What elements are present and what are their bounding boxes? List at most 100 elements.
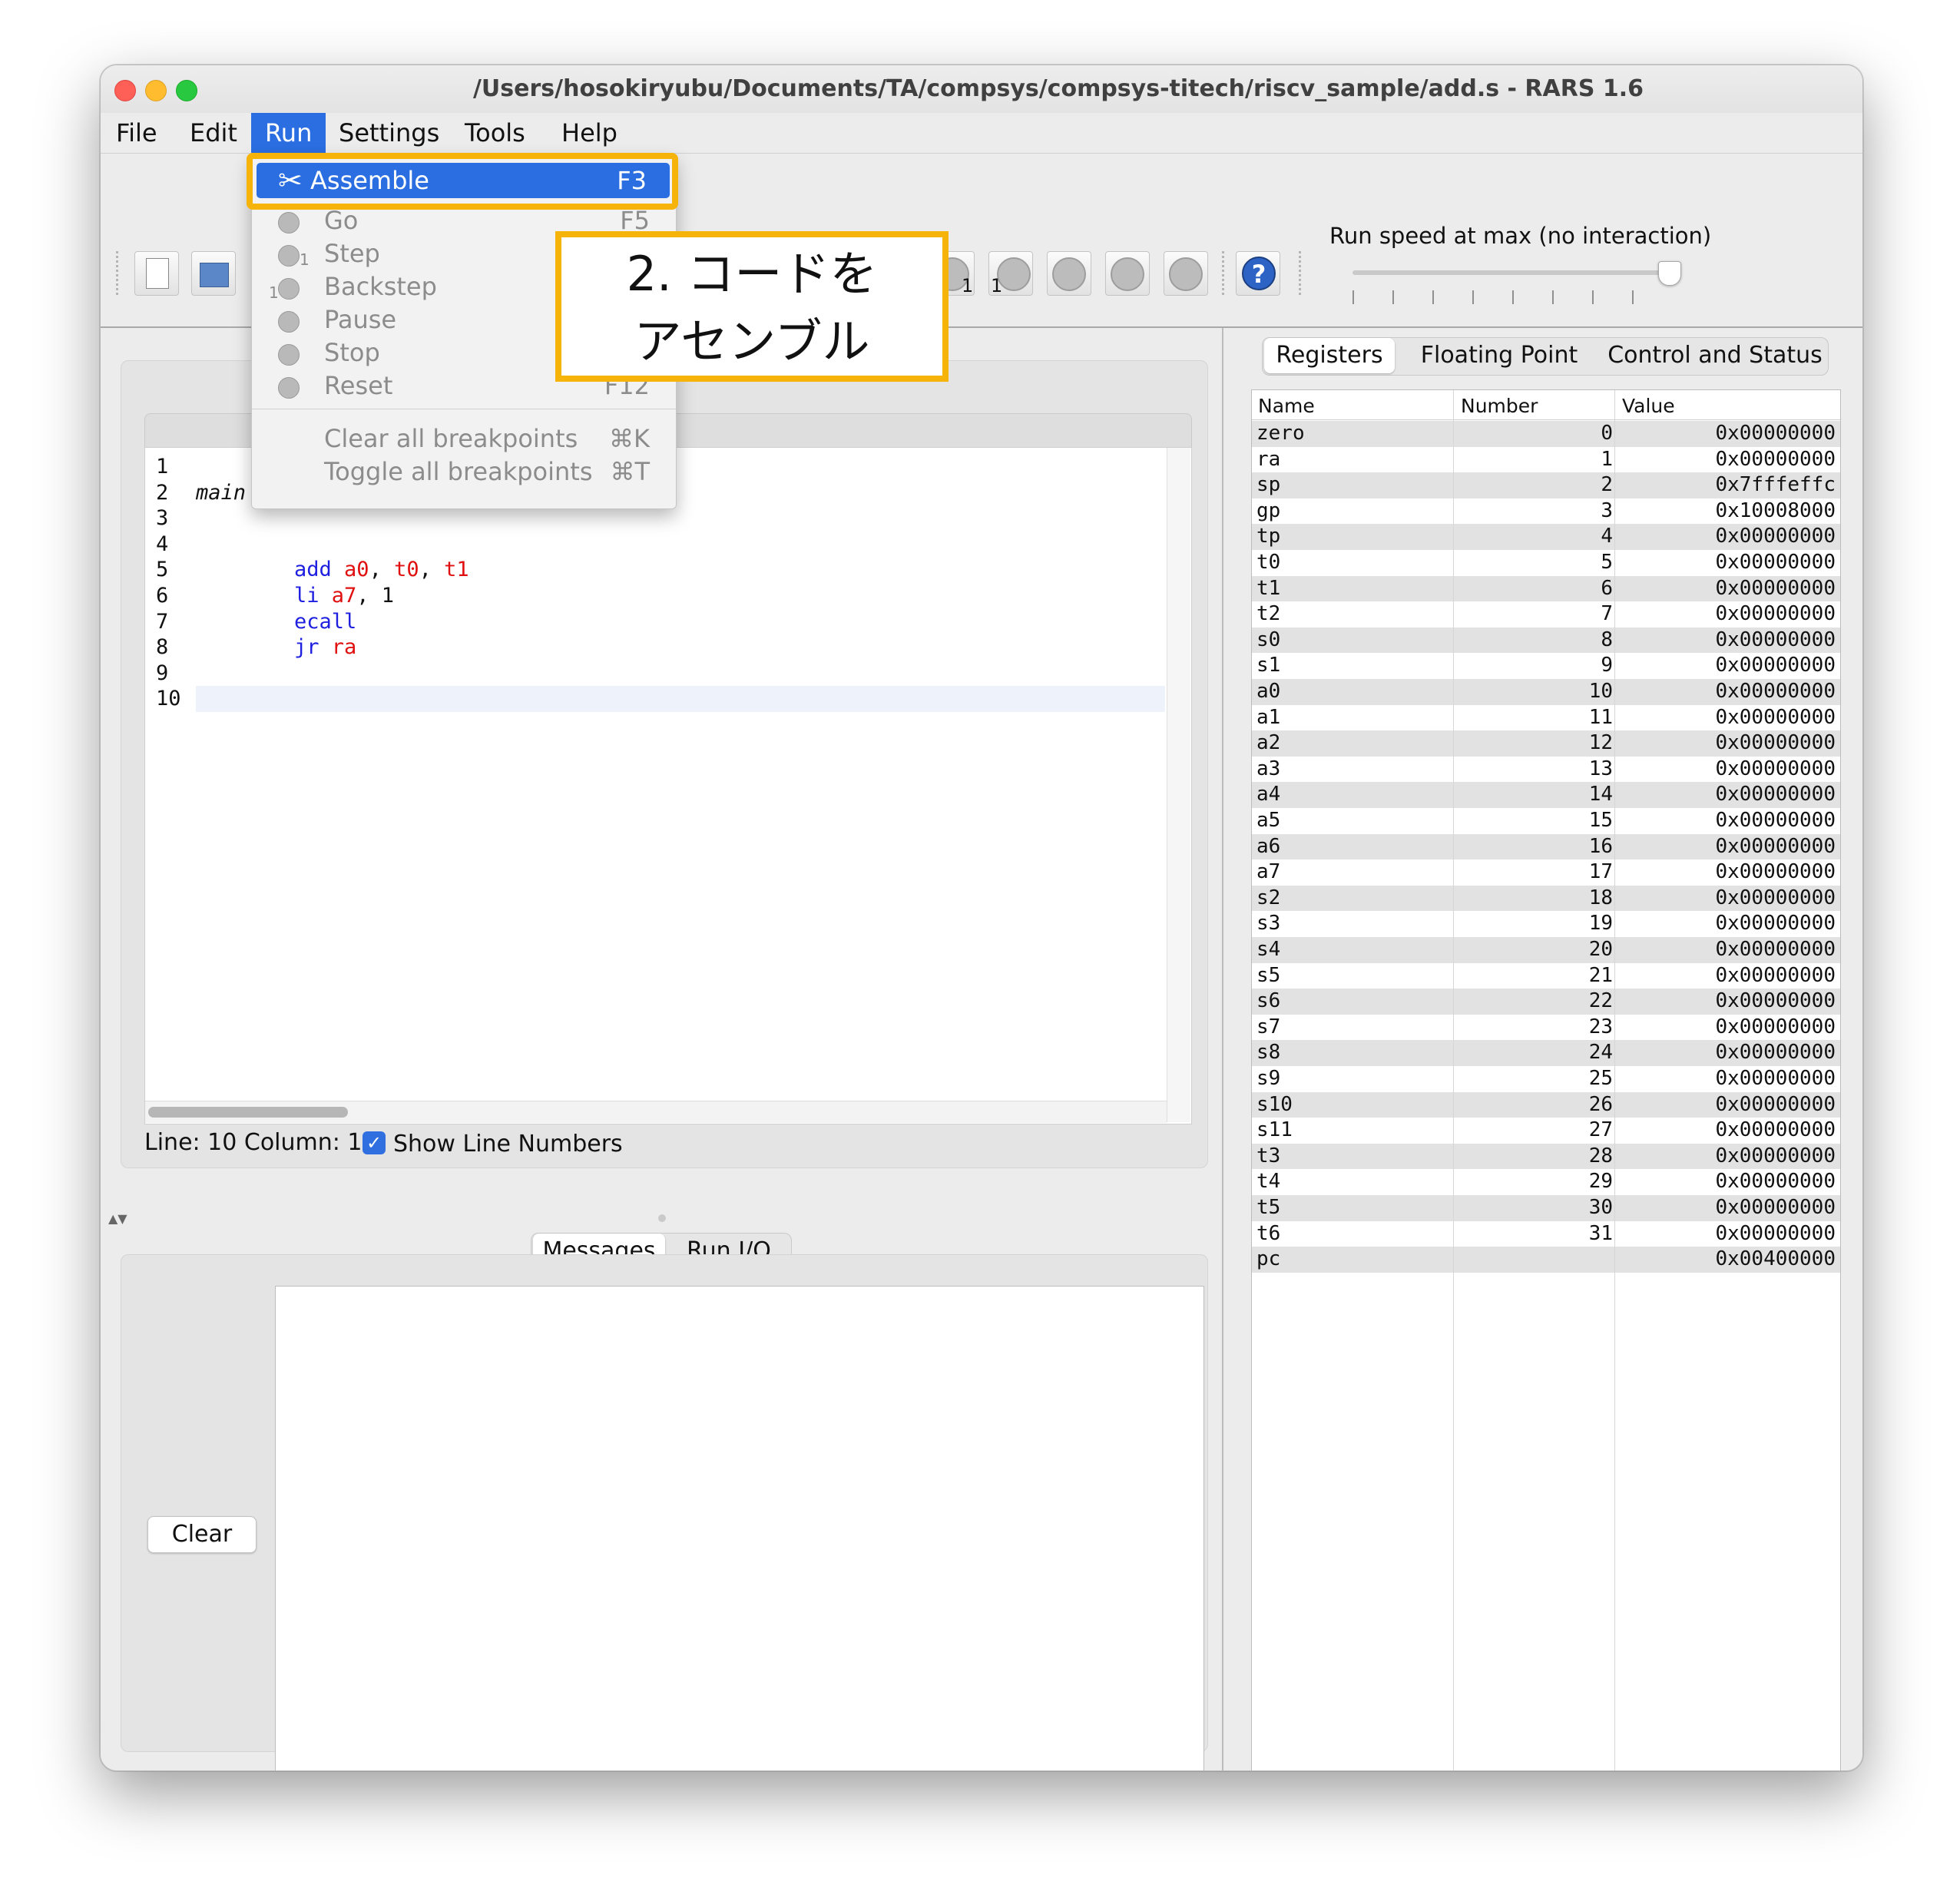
current-line-highlight (196, 686, 1165, 712)
register-number: 25 (1588, 1067, 1613, 1090)
code-rest: , 1 (356, 583, 395, 608)
callout-line-2: アセンブル (634, 313, 870, 369)
register-value: 0x00000000 (1715, 525, 1836, 548)
tab-control-and-status[interactable]: Control and Status (1604, 338, 1826, 373)
tab-floating-point[interactable]: Floating Point (1399, 338, 1599, 373)
register-number: 9 (1601, 654, 1613, 677)
register-number: 18 (1588, 886, 1613, 909)
vertical-scrollbar[interactable] (1167, 448, 1190, 1122)
register-row[interactable]: tp 4 0x00000000 (1252, 524, 1840, 550)
menu-help[interactable]: Help (548, 113, 631, 153)
pause-toolbar-button[interactable] (1047, 251, 1091, 296)
run-speed-slider-thumb[interactable] (1658, 261, 1681, 286)
register-number: 21 (1588, 963, 1613, 987)
toolbar-separator (1222, 251, 1224, 297)
register-row[interactable]: t0 5 0x00000000 (1252, 550, 1840, 576)
code-reg: t1 (444, 558, 469, 582)
register-row[interactable]: a6 16 0x00000000 (1252, 833, 1840, 860)
clear-breakpoints-label: Clear all breakpoints (324, 424, 578, 453)
run-speed-slider-track[interactable] (1352, 270, 1667, 275)
tab-registers[interactable]: Registers (1264, 338, 1395, 373)
register-value: 0x00000000 (1715, 628, 1836, 651)
register-row[interactable]: a1 11 0x00000000 (1252, 705, 1840, 731)
stop-icon (278, 344, 300, 366)
instruction-callout: 2. コードを アセンブル (555, 231, 949, 382)
callout-line-1: 2. コードを (626, 246, 878, 302)
register-row[interactable]: s9 25 0x00000000 (1252, 1066, 1840, 1092)
register-row[interactable]: a3 13 0x00000000 (1252, 757, 1840, 783)
code-op: add (294, 558, 332, 582)
register-row[interactable]: zero 0 0x00000000 (1252, 421, 1840, 447)
register-row[interactable]: t6 31 0x00000000 (1252, 1221, 1840, 1247)
splitter-grip[interactable] (658, 1214, 666, 1222)
register-row[interactable]: a5 15 0x00000000 (1252, 808, 1840, 834)
clear-button[interactable]: Clear (147, 1516, 257, 1553)
register-row[interactable]: s2 18 0x00000000 (1252, 885, 1840, 912)
register-value: 0x00000000 (1715, 860, 1836, 884)
code-reg: a7 (319, 583, 357, 608)
stop-toolbar-button[interactable] (1105, 251, 1150, 296)
register-number: 14 (1588, 783, 1613, 806)
backstep-toolbar-button[interactable]: 1 (988, 251, 1033, 296)
open-file-button[interactable] (191, 251, 236, 296)
left-pane: 1 2 3 4 5 6 7 8 9 10 main add a0, t0, t1… (101, 328, 1222, 1770)
menu-edit[interactable]: Edit (176, 113, 251, 153)
register-row[interactable]: s3 19 0x00000000 (1252, 911, 1840, 937)
register-row[interactable]: t3 28 0x00000000 (1252, 1143, 1840, 1170)
register-row[interactable]: ra 1 0x00000000 (1252, 447, 1840, 473)
register-row[interactable]: pc 0x00400000 (1252, 1247, 1840, 1273)
help-toolbar-button[interactable]: ? (1236, 251, 1280, 296)
register-number: 30 (1588, 1196, 1613, 1219)
clear-breakpoints-menu-item[interactable]: Clear all breakpoints ⌘K (252, 422, 676, 455)
register-value: 0x00000000 (1715, 1067, 1836, 1090)
column-header-value[interactable]: Value (1622, 395, 1675, 417)
register-value: 0x7fffeffc (1715, 473, 1836, 497)
register-row[interactable]: a2 12 0x00000000 (1252, 730, 1840, 757)
register-row[interactable]: s4 20 0x00000000 (1252, 937, 1840, 963)
reset-toolbar-button[interactable] (1164, 251, 1208, 296)
register-number: 19 (1588, 912, 1613, 936)
register-number: 11 (1588, 705, 1613, 729)
register-value: 0x00000000 (1715, 551, 1836, 574)
register-row[interactable]: a7 17 0x00000000 (1252, 859, 1840, 886)
register-row[interactable]: t4 29 0x00000000 (1252, 1169, 1840, 1195)
register-number: 17 (1588, 860, 1613, 884)
horizontal-scrollbar-thumb[interactable] (148, 1107, 348, 1118)
register-row[interactable]: s5 21 0x00000000 (1252, 963, 1840, 989)
register-row[interactable]: s11 27 0x00000000 (1252, 1118, 1840, 1144)
register-value: 0x00000000 (1715, 1144, 1836, 1167)
toggle-breakpoints-shortcut: ⌘T (610, 457, 650, 486)
column-header-name[interactable]: Name (1258, 395, 1315, 417)
register-row[interactable]: s0 8 0x00000000 (1252, 627, 1840, 654)
register-number: 2 (1601, 473, 1613, 497)
menu-run[interactable]: Run (251, 113, 326, 153)
toggle-breakpoints-menu-item[interactable]: Toggle all breakpoints ⌘T (252, 455, 676, 488)
register-row[interactable]: s6 22 0x00000000 (1252, 989, 1840, 1015)
menu-tools[interactable]: Tools (451, 113, 539, 153)
register-row[interactable]: a4 14 0x00000000 (1252, 782, 1840, 808)
register-row[interactable]: a0 10 0x00000000 (1252, 679, 1840, 705)
register-row[interactable]: s7 23 0x00000000 (1252, 1015, 1840, 1041)
register-row[interactable]: t2 7 0x00000000 (1252, 601, 1840, 628)
messages-text-area[interactable] (275, 1286, 1204, 1770)
register-row[interactable]: t5 30 0x00000000 (1252, 1195, 1840, 1221)
code-editor[interactable]: 1 2 3 4 5 6 7 8 9 10 main add a0, t0, t1… (144, 447, 1192, 1124)
register-row[interactable]: t1 6 0x00000000 (1252, 575, 1840, 602)
show-line-numbers-checkbox[interactable]: ✓ (363, 1131, 386, 1154)
horizontal-scrollbar[interactable] (145, 1101, 1167, 1123)
register-number: 6 (1601, 576, 1613, 600)
new-file-button[interactable] (134, 251, 179, 296)
menu-file[interactable]: File (102, 113, 171, 153)
column-header-number[interactable]: Number (1461, 395, 1538, 417)
register-row[interactable]: s1 9 0x00000000 (1252, 653, 1840, 679)
register-value: 0x00000000 (1715, 731, 1836, 755)
register-row[interactable]: s10 26 0x00000000 (1252, 1091, 1840, 1118)
register-row[interactable]: sp 2 0x7fffeffc (1252, 472, 1840, 498)
register-row[interactable]: s8 24 0x00000000 (1252, 1040, 1840, 1066)
register-row[interactable]: gp 3 0x10008000 (1252, 498, 1840, 525)
register-value: 0x00000000 (1715, 447, 1836, 471)
menu-settings[interactable]: Settings (325, 113, 453, 153)
step-subscript: 1 (962, 275, 974, 296)
toggle-breakpoints-label: Toggle all breakpoints (324, 457, 593, 486)
splitter-arrows-icon[interactable]: ▲▼ (108, 1211, 127, 1226)
